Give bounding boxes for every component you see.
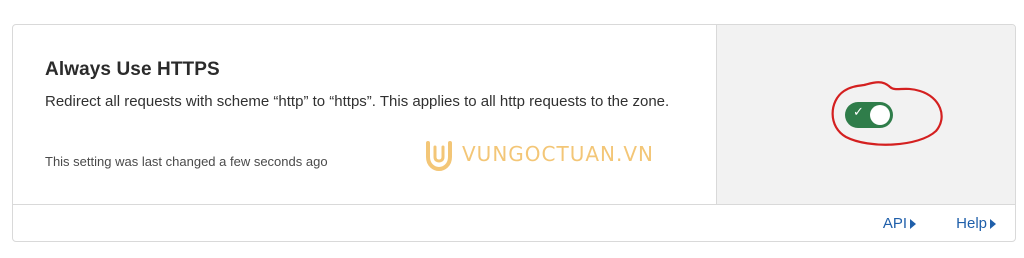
setting-card-body: Always Use HTTPS Redirect all requests w…	[13, 25, 1015, 205]
setting-card: Always Use HTTPS Redirect all requests w…	[12, 24, 1016, 242]
watermark-logo-icon	[426, 141, 452, 171]
check-icon: ✓	[853, 105, 864, 120]
setting-content: Always Use HTTPS Redirect all requests w…	[45, 59, 685, 112]
help-link[interactable]: Help	[956, 215, 996, 232]
caret-right-icon	[910, 218, 916, 229]
toggle-panel: ✓	[716, 25, 1015, 204]
toggle-knob	[870, 105, 890, 125]
api-link[interactable]: API	[883, 215, 916, 232]
api-link-label: API	[882, 215, 907, 232]
setting-description: Redirect all requests with scheme “http”…	[45, 93, 670, 110]
watermark-text: VUNGOCTUAN.VN	[462, 142, 654, 166]
setting-title: Always Use HTTPS	[45, 59, 220, 80]
card-footer: API Help	[13, 205, 1015, 241]
last-changed-text: This setting was last changed a few seco…	[45, 154, 328, 169]
caret-right-icon	[990, 218, 996, 229]
help-link-label: Help	[956, 215, 987, 232]
watermark: VUNGOCTUAN.VN	[422, 137, 654, 171]
https-toggle-switch[interactable]: ✓	[845, 102, 893, 128]
